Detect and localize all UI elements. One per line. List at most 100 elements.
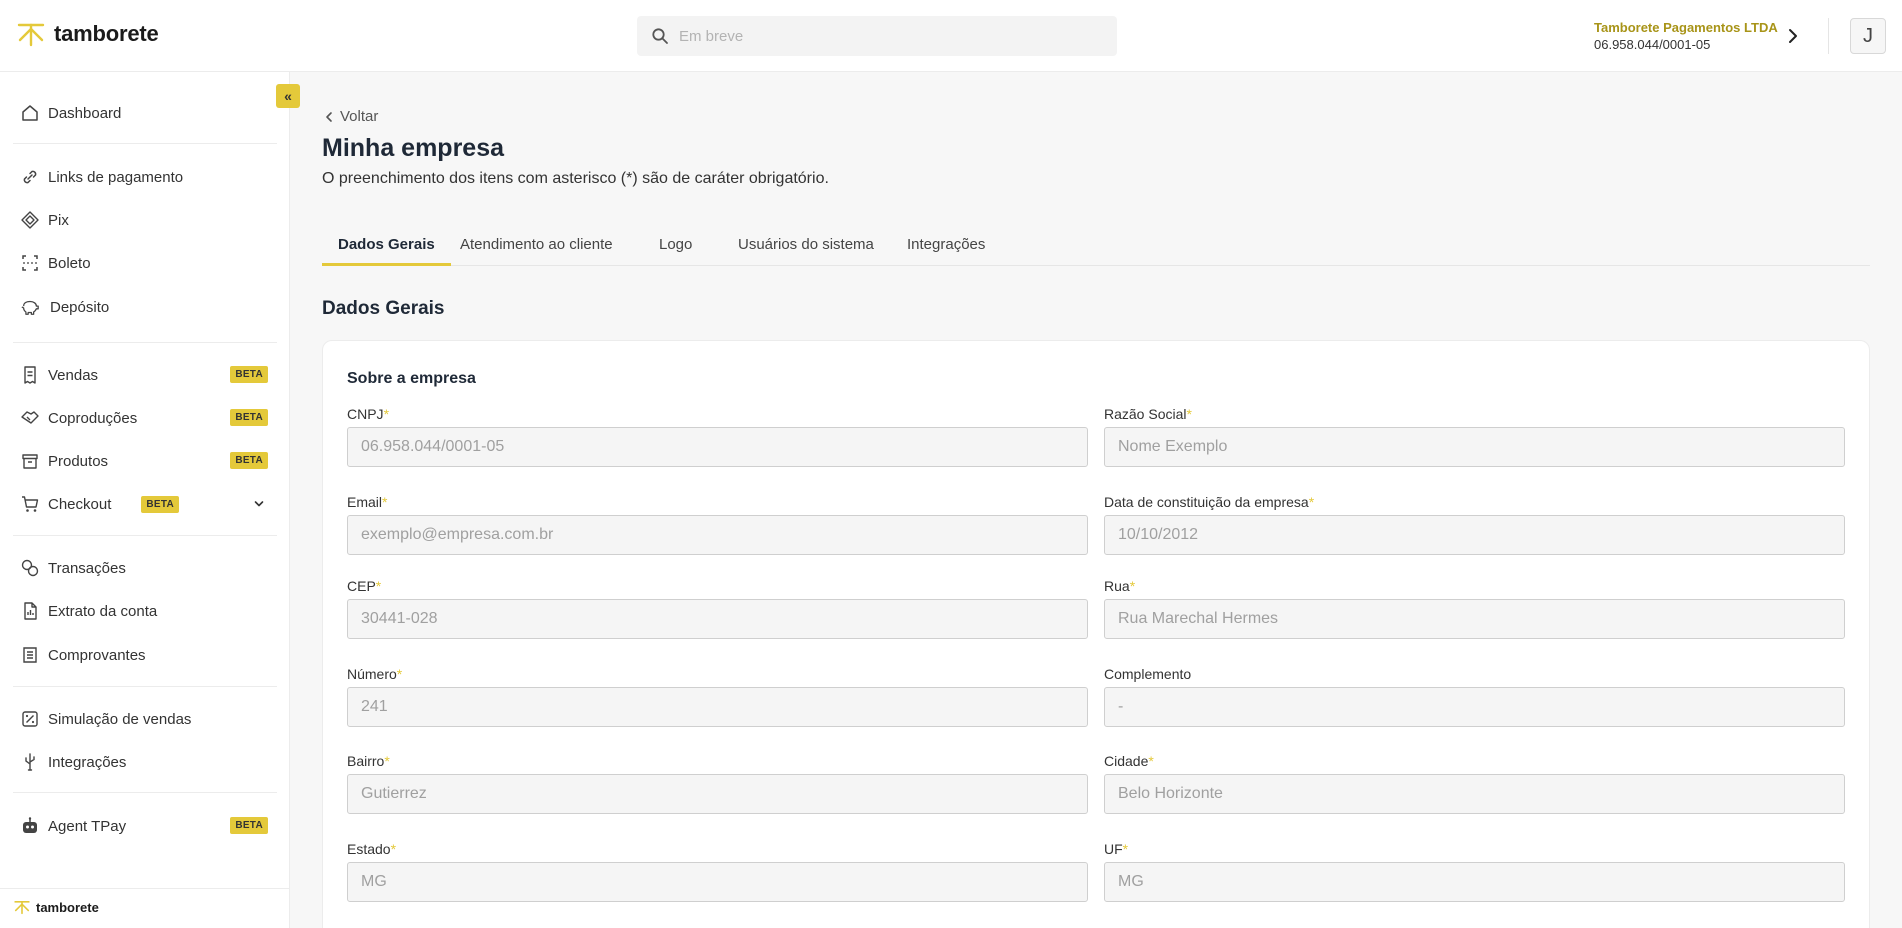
search-input[interactable] [679,27,1099,45]
tab-usuarios[interactable]: Usuários do sistema [722,228,890,266]
top-bar: tamborete Tamborete Pagamentos LTDA 06.9… [0,0,1902,72]
link-icon [23,170,37,184]
data-constituicao-label: Data de constituição da empresa* [1104,494,1315,510]
bairro-field[interactable] [347,774,1088,814]
tab-bar: Dados Gerais Atendimento ao cliente Logo… [322,228,1870,266]
chevron-down-icon[interactable] [252,497,266,511]
barcode-scan-icon [22,255,38,271]
search-icon [652,28,668,44]
tamborete-logo-icon [17,23,45,47]
cep-field[interactable] [347,599,1088,639]
sidebar-item-pix[interactable]: Pix [20,205,272,235]
sidebar-item-label: Simulação de vendas [48,710,192,728]
sidebar-item-boleto[interactable]: Boleto [20,248,272,278]
tab-atendimento[interactable]: Atendimento ao cliente [444,228,629,266]
cidade-label: Cidade* [1104,753,1154,769]
sidebar-item-checkout[interactable]: Checkout BETA [20,489,272,519]
sidebar-item-extrato[interactable]: Extrato da conta [20,596,272,626]
email-label: Email* [347,494,388,510]
data-constituicao-field[interactable] [1104,515,1845,555]
sidebar-item-deposito[interactable]: Depósito [20,292,272,322]
percent-icon [22,711,38,727]
page-subtitle: O preenchimento dos itens com asterisco … [322,170,829,187]
company-name: Tamborete Pagamentos LTDA [1594,20,1778,35]
sidebar-item-label: Transações [48,559,126,577]
estado-field[interactable] [347,862,1088,902]
chevron-left-icon [326,111,332,122]
sidebar-divider [13,792,277,793]
rua-label: Rua* [1104,578,1136,594]
uf-field[interactable] [1104,862,1845,902]
chevron-right-icon[interactable] [1784,24,1802,48]
sidebar-item-label: Links de pagamento [48,168,184,186]
sidebar-item-comprovantes[interactable]: Comprovantes [20,640,272,670]
sidebar-item-label: Comprovantes [48,646,146,664]
sidebar-item-label: Vendas [48,366,99,384]
sidebar-item-label: Coproduções [48,409,138,427]
collapse-sidebar-button[interactable]: « [276,84,300,108]
sidebar-item-dashboard[interactable]: Dashboard [20,98,272,128]
cnpj-field[interactable] [347,427,1088,467]
usb-icon [25,753,35,771]
sidebar-item-agent-tpay[interactable]: Agent TPay BETA [20,811,272,841]
cep-label: CEP* [347,578,382,594]
back-label: Voltar [340,108,379,125]
section-title: Dados Gerais [322,298,445,319]
uf-label: UF* [1104,841,1129,857]
tab-integracoes[interactable]: Integrações [891,228,1001,266]
sidebar-item-label: Dashboard [48,104,122,122]
numero-label: Número* [347,666,403,682]
sidebar-item-integracoes[interactable]: Integrações [20,747,272,777]
company-selector[interactable]: Tamborete Pagamentos LTDA 06.958.044/000… [1594,20,1778,52]
sidebar-item-label: Integrações [48,753,127,771]
beta-badge: BETA [230,366,268,383]
bairro-label: Bairro* [347,753,390,769]
complemento-field[interactable] [1104,687,1845,727]
sidebar-item-produtos[interactable]: Produtos BETA [20,446,272,476]
cnpj-label: CNPJ* [347,406,390,422]
sidebar-item-label: Extrato da conta [48,602,158,620]
statement-icon [24,602,37,620]
razao-social-label: Razão Social* [1104,406,1192,422]
sidebar-item-coproducoes[interactable]: Coproduções BETA [20,403,272,433]
card-title: Sobre a empresa [347,370,476,387]
user-avatar[interactable]: J [1850,18,1886,54]
back-link[interactable]: Voltar [322,108,378,125]
sidebar-divider [13,342,277,343]
numero-field[interactable] [347,687,1088,727]
sidebar-item-vendas[interactable]: Vendas BETA [20,360,272,390]
cart-icon [22,496,39,512]
sidebar-divider [13,686,277,687]
tab-dados-gerais[interactable]: Dados Gerais [322,228,451,266]
complemento-label: Complemento [1104,666,1192,682]
rua-field[interactable] [1104,599,1845,639]
footer-brand-logo: tamborete [12,899,99,915]
pix-icon [21,211,39,229]
brand-logo[interactable]: tamborete [16,20,159,48]
cidade-field[interactable] [1104,774,1845,814]
search-bar[interactable] [637,16,1117,56]
sidebar-item-payment-links[interactable]: Links de pagamento [20,162,272,192]
razao-social-field[interactable] [1104,427,1845,467]
box-icon [22,454,38,469]
email-field[interactable] [347,515,1088,555]
sidebar-item-label: Produtos [48,452,109,470]
header-divider [1828,18,1829,54]
sidebar-item-label: Depósito [50,298,110,316]
sidebar-item-simulacao[interactable]: Simulação de vendas [20,704,272,734]
handshake-icon [21,411,39,424]
tab-logo[interactable]: Logo [643,228,708,266]
sidebar-divider [13,143,277,144]
beta-badge: BETA [230,817,268,834]
beta-badge: BETA [230,452,268,469]
sidebar-divider [13,535,277,536]
brand-name: tamborete [54,21,159,46]
sidebar-item-label: Checkout [48,495,112,513]
home-icon [22,105,38,121]
list-icon [23,647,37,663]
beta-badge: BETA [141,495,180,513]
sidebar-item-transacoes[interactable]: Transações [20,553,272,583]
estado-label: Estado* [347,841,397,857]
receipt-icon [24,366,36,384]
page-title: Minha empresa [322,134,505,162]
